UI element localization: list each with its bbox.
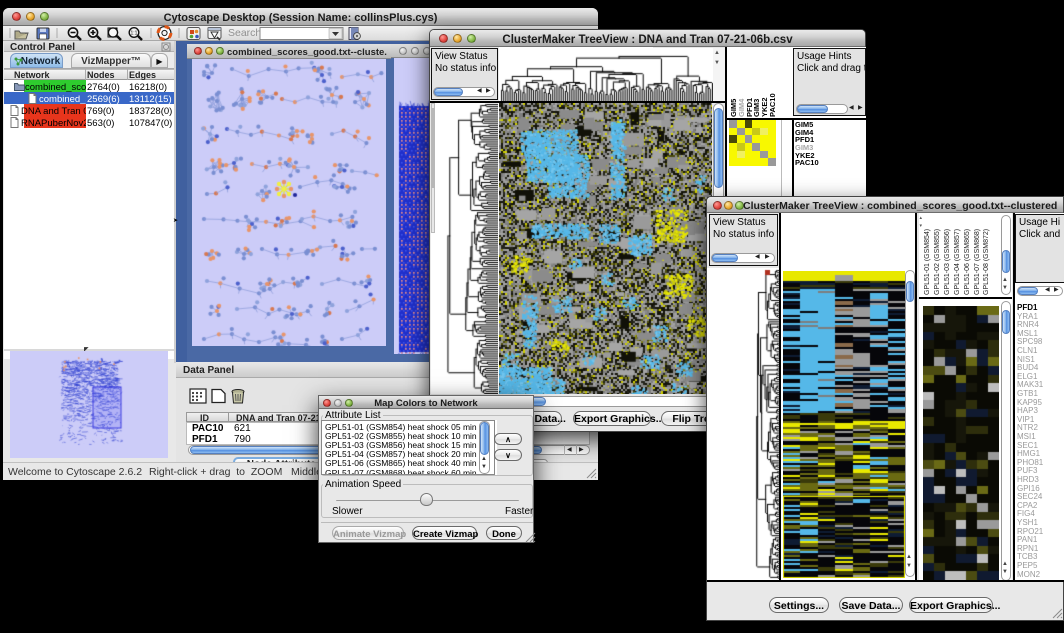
svg-text:1:1: 1:1 [131, 31, 138, 37]
svg-text:Search:: Search: [228, 27, 264, 39]
